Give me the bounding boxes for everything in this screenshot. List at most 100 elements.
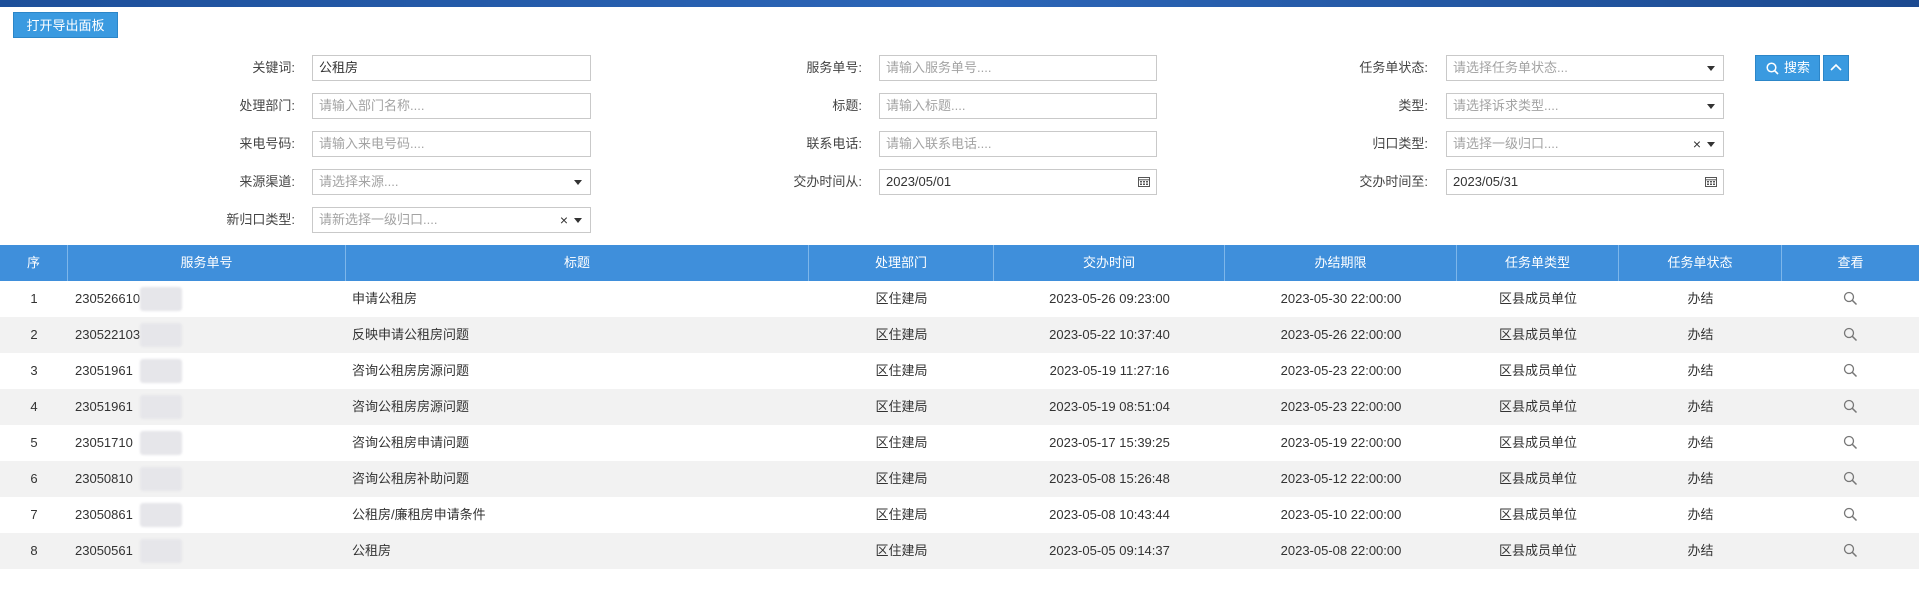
cell-seq: 4 (30, 399, 38, 414)
cell-title: 咨询公租房房源问题 (352, 399, 470, 414)
col-header-dept[interactable]: 处理部门 (809, 245, 994, 281)
table-row[interactable]: 1 230526610 申请公租房 区住建局 2023-05-26 09:23:00 20… (0, 281, 1919, 317)
channel-select[interactable]: 请选择来源.... (312, 169, 591, 195)
redacted-mask (140, 503, 182, 527)
table-row[interactable]: 7 23050861 公租房/廉租房申请条件 区住建局 2023-05-08 10:43… (0, 497, 1919, 533)
view-magnifier-icon[interactable] (1843, 327, 1858, 342)
cell-task-type: 区县成员单位 (1498, 327, 1577, 342)
cell-seq: 5 (30, 435, 38, 450)
category-select[interactable]: 请选择一级归口.... × (1446, 131, 1724, 157)
caller-input[interactable]: 请输入来电号码.... (312, 131, 591, 157)
collapse-filters-button[interactable] (1823, 55, 1849, 81)
chevron-up-icon (1830, 63, 1842, 71)
view-magnifier-icon[interactable] (1843, 471, 1858, 486)
cell-seq: 3 (30, 363, 38, 378)
col-header-title[interactable]: 标题 (346, 245, 809, 281)
dropdown-caret-icon (574, 180, 582, 185)
col-header-status[interactable]: 任务单状态 (1619, 245, 1782, 281)
col-header-task-type[interactable]: 任务单类型 (1457, 245, 1619, 281)
table-row[interactable]: 5 23051710 咨询公租房申请问题 区住建局 2023-05-17 15:39:2… (0, 425, 1919, 461)
cell-task-type: 区县成员单位 (1498, 363, 1577, 378)
search-icon (1766, 62, 1779, 75)
service-no-label: 服务单号: (806, 60, 862, 75)
cell-deadline: 2023-05-08 22:00:00 (1280, 543, 1402, 558)
redacted-mask (140, 395, 182, 419)
cell-seq: 2 (30, 327, 38, 342)
cell-deadline: 2023-05-30 22:00:00 (1280, 291, 1402, 306)
dept-input[interactable]: 请输入部门名称.... (312, 93, 591, 119)
redacted-mask (140, 467, 182, 491)
table-row[interactable]: 6 23050810 咨询公租房补助问题 区住建局 2023-05-08 15:26:4… (0, 461, 1919, 497)
dropdown-caret-icon (574, 218, 582, 223)
cell-seq: 6 (30, 471, 38, 486)
keyword-input[interactable]: 公租房 (312, 55, 591, 81)
table-row[interactable]: 8 23050561 公租房 区住建局 2023-05-05 09:14:37 2023-… (0, 533, 1919, 569)
cell-task-type: 区县成员单位 (1498, 543, 1577, 558)
col-header-seq[interactable]: 序 (0, 245, 68, 281)
view-magnifier-icon[interactable] (1843, 507, 1858, 522)
caller-label: 来电号码: (239, 136, 295, 151)
cell-status: 办结 (1687, 471, 1714, 486)
cell-assigned: 2023-05-22 10:37:40 (1049, 327, 1170, 342)
new-category-label: 新归口类型: (226, 212, 295, 227)
task-status-label: 任务单状态: (1359, 60, 1428, 75)
type-select[interactable]: 请选择诉求类型.... (1446, 93, 1724, 119)
cell-deadline: 2023-05-10 22:00:00 (1280, 507, 1402, 522)
cell-title: 申请公租房 (352, 291, 418, 306)
redacted-mask (140, 431, 182, 455)
task-status-select[interactable]: 请选择任务单状态... (1446, 55, 1724, 81)
open-export-panel-button[interactable]: 打开导出面板 (13, 12, 118, 38)
service-no-input[interactable]: 请输入服务单号.... (879, 55, 1157, 81)
cell-seq: 7 (30, 507, 38, 522)
redacted-mask (140, 323, 182, 347)
calendar-icon[interactable] (1138, 176, 1150, 187)
cell-deadline: 2023-05-23 22:00:00 (1280, 399, 1402, 414)
view-magnifier-icon[interactable] (1843, 399, 1858, 414)
view-magnifier-icon[interactable] (1843, 291, 1858, 306)
cell-dept: 区住建局 (875, 507, 928, 522)
cell-dept: 区住建局 (875, 399, 928, 414)
dropdown-caret-icon (1707, 66, 1715, 71)
table-row[interactable]: 4 23051961 咨询公租房房源问题 区住建局 2023-05-19 08:51:0… (0, 389, 1919, 425)
search-button[interactable]: 搜索 (1755, 55, 1820, 81)
title-label: 标题: (832, 98, 862, 113)
cell-title: 咨询公租房房源问题 (352, 363, 470, 378)
top-bar (0, 0, 1919, 7)
cell-dept: 区住建局 (875, 435, 928, 450)
keyword-label: 关键词: (252, 60, 295, 75)
cell-status: 办结 (1687, 363, 1714, 378)
col-header-deadline[interactable]: 办结期限 (1225, 245, 1457, 281)
time-from-input[interactable]: 2023/05/01 (879, 169, 1157, 195)
cell-status: 办结 (1687, 507, 1714, 522)
new-category-select[interactable]: 请新选择一级归口.... × (312, 207, 591, 233)
title-input[interactable]: 请输入标题.... (879, 93, 1157, 119)
view-magnifier-icon[interactable] (1843, 435, 1858, 450)
col-header-service-no[interactable]: 服务单号 (68, 245, 346, 281)
cell-title: 公租房 (352, 543, 392, 558)
dropdown-caret-icon (1707, 104, 1715, 109)
view-magnifier-icon[interactable] (1843, 543, 1858, 558)
phone-input[interactable]: 请输入联系电话.... (879, 131, 1157, 157)
cell-task-type: 区县成员单位 (1498, 471, 1577, 486)
cell-title: 咨询公租房申请问题 (352, 435, 470, 450)
cell-deadline: 2023-05-19 22:00:00 (1280, 435, 1402, 450)
cell-status: 办结 (1687, 543, 1714, 558)
cell-dept: 区住建局 (875, 471, 928, 486)
table-header: 序 服务单号 标题 处理部门 交办时间 办结期限 任务单类型 任务单状态 查看 (0, 245, 1919, 281)
cell-dept: 区住建局 (875, 291, 928, 306)
cell-task-type: 区县成员单位 (1498, 291, 1577, 306)
category-label: 归口类型: (1372, 136, 1428, 151)
cell-task-type: 区县成员单位 (1498, 399, 1577, 414)
calendar-icon[interactable] (1705, 176, 1717, 187)
redacted-mask (140, 287, 182, 311)
cell-seq: 8 (30, 543, 38, 558)
clear-icon[interactable]: × (1693, 132, 1701, 156)
cell-assigned: 2023-05-17 15:39:25 (1049, 435, 1170, 450)
table-row[interactable]: 3 23051961 咨询公租房房源问题 区住建局 2023-05-19 11:27:1… (0, 353, 1919, 389)
view-magnifier-icon[interactable] (1843, 363, 1858, 378)
time-to-input[interactable]: 2023/05/31 (1446, 169, 1724, 195)
clear-icon[interactable]: × (560, 208, 568, 232)
col-header-assigned[interactable]: 交办时间 (994, 245, 1225, 281)
cell-task-type: 区县成员单位 (1498, 435, 1577, 450)
table-row[interactable]: 2 230522103 反映申请公租房问题 区住建局 2023-05-22 10:37:… (0, 317, 1919, 353)
